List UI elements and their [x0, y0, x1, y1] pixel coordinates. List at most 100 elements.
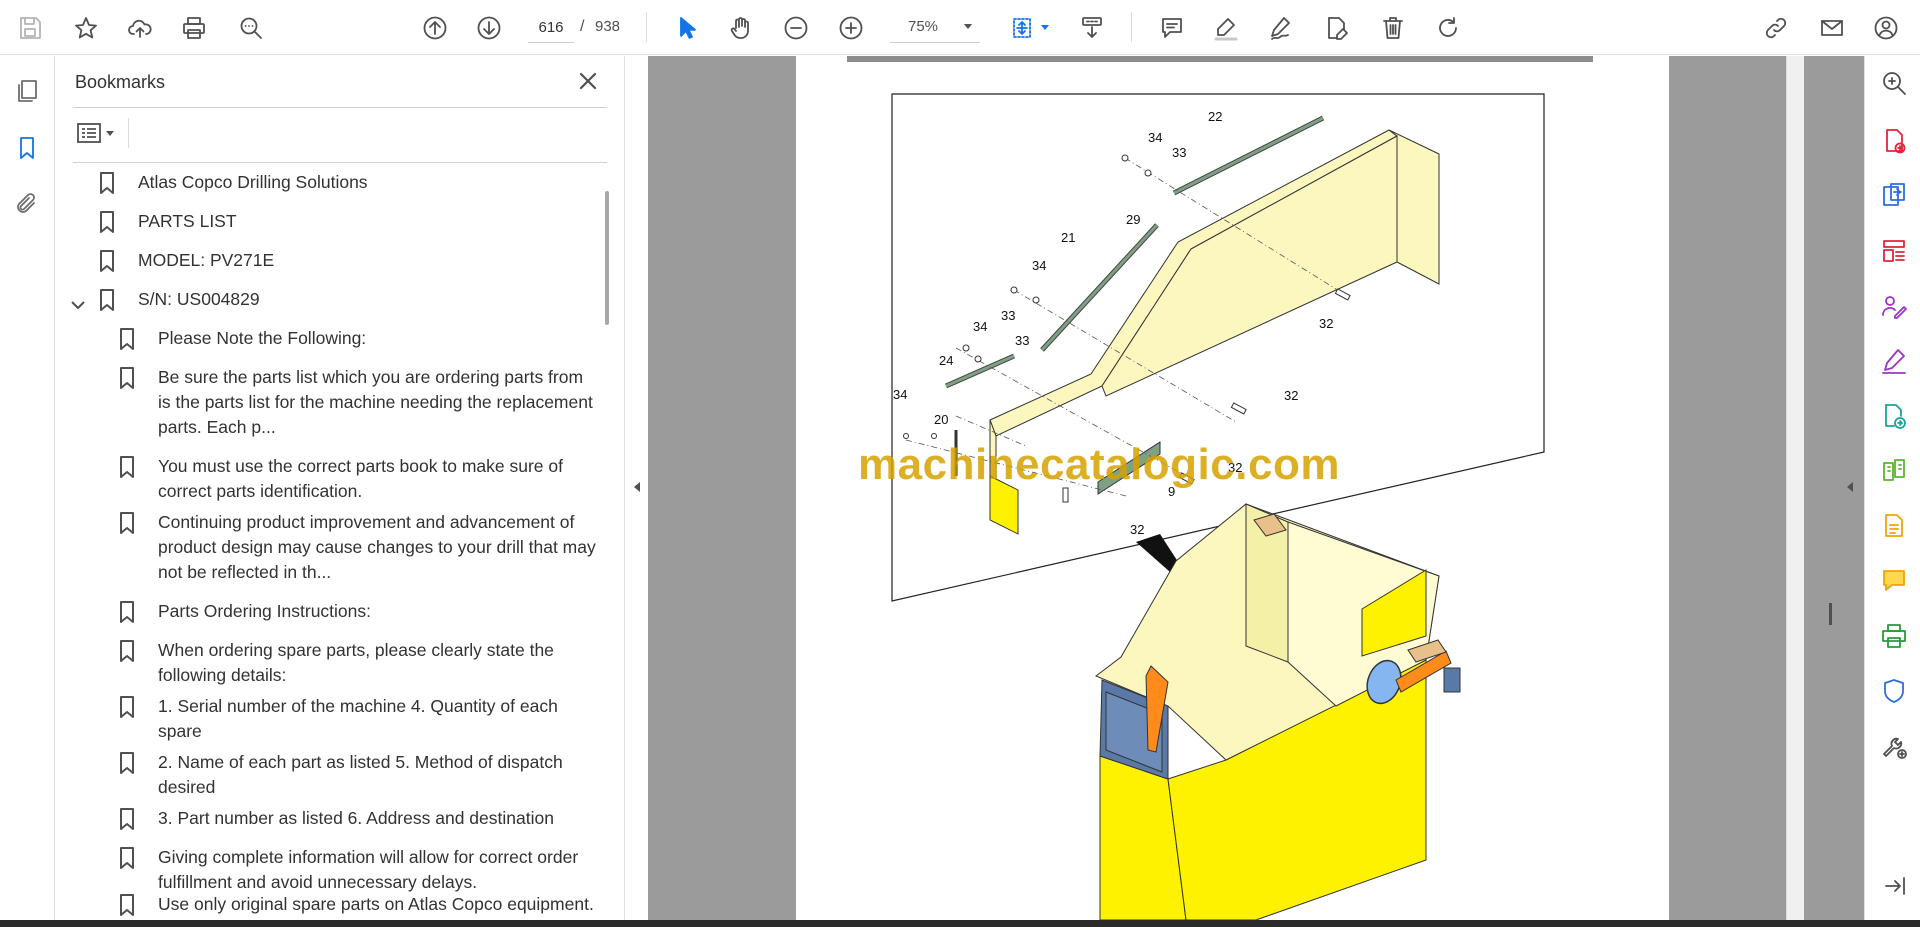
bookmark-icon: [119, 808, 135, 830]
chevron-down-icon[interactable]: [70, 297, 86, 313]
bookmark-icon: [119, 328, 135, 350]
bookmark-item[interactable]: S/N: US004829: [99, 287, 260, 312]
redo-icon[interactable]: [1432, 12, 1464, 44]
bookmark-item[interactable]: Parts Ordering Instructions:: [119, 599, 371, 624]
edit-pdf-icon[interactable]: [1879, 511, 1909, 541]
bookmark-item[interactable]: Giving complete information will allow f…: [119, 845, 578, 895]
taskbar-strip: [0, 920, 1920, 927]
callout-label: 34: [973, 319, 987, 334]
bookmark-item[interactable]: MODEL: PV271E: [99, 248, 274, 273]
star-icon[interactable]: [70, 12, 102, 44]
draw-icon[interactable]: [1265, 12, 1297, 44]
bookmark-icon: [119, 367, 135, 389]
bookmark-item[interactable]: PARTS LIST: [99, 209, 237, 234]
chevron-down-icon: [964, 24, 972, 29]
bookmark-item[interactable]: Be sure the parts list which you are ord…: [119, 365, 593, 440]
chevron-down-icon[interactable]: [1041, 25, 1049, 30]
print-icon[interactable]: [178, 12, 210, 44]
bookmark-label: 3. Part number as listed 6. Address and …: [158, 808, 554, 828]
close-icon[interactable]: [575, 68, 601, 94]
bookmark-options-button[interactable]: [76, 118, 124, 148]
bookmark-item[interactable]: You must use the correct parts book to m…: [119, 454, 563, 504]
callout-label: 21: [1061, 230, 1075, 245]
page-number-input[interactable]: [528, 13, 574, 43]
bookmark-label: 1. Serial number of the machine 4. Quant…: [158, 696, 558, 741]
bookmark-item[interactable]: When ordering spare parts, please clearl…: [119, 638, 554, 688]
delete-icon[interactable]: [1377, 12, 1409, 44]
bookmark-item[interactable]: Use only original spare parts on Atlas C…: [119, 892, 594, 917]
protect-icon[interactable]: [1879, 676, 1909, 706]
bookmarks-title: Bookmarks: [75, 72, 166, 92]
fill-sign-icon[interactable]: [1879, 346, 1909, 376]
zoom-out-icon[interactable]: [780, 12, 812, 44]
bookmark-label: MODEL: PV271E: [138, 250, 275, 270]
callout-label: 33: [1015, 333, 1029, 348]
bookmark-label: Be sure the parts list which you are ord…: [158, 367, 593, 437]
print-production-icon[interactable]: [1879, 621, 1909, 651]
bookmark-label: Please Note the Following:: [158, 328, 367, 348]
search-zoom-icon[interactable]: [1879, 68, 1909, 98]
bookmark-item[interactable]: Atlas Copco Drilling Solutions: [99, 170, 368, 195]
organize-pages-icon[interactable]: [1879, 236, 1909, 266]
bookmark-label: You must use the correct parts book to m…: [158, 456, 563, 501]
hand-tool-icon[interactable]: [725, 12, 757, 44]
callout-label: 34: [1148, 130, 1162, 145]
document-viewport[interactable]: 22 34 33 29 21 34 33 32 34 33 24 32 34 2…: [648, 56, 1864, 920]
bookmark-icon: [119, 456, 135, 478]
bookmark-list: Atlas Copco Drilling Solutions PARTS LIS…: [56, 169, 596, 920]
bookmark-item[interactable]: 2. Name of each part as listed 5. Method…: [119, 750, 563, 800]
previous-page-icon[interactable]: [419, 12, 451, 44]
export-pdf-icon[interactable]: [1879, 180, 1909, 210]
upload-cloud-icon[interactable]: [124, 12, 156, 44]
next-page-icon[interactable]: [473, 12, 505, 44]
bookmark-label: When ordering spare parts, please clearl…: [158, 640, 554, 685]
page-total: 938: [595, 18, 621, 35]
attachment-icon[interactable]: [12, 189, 42, 219]
share-link-icon[interactable]: [1760, 12, 1792, 44]
bookmark-item[interactable]: 3. Part number as listed 6. Address and …: [119, 806, 554, 831]
watermark-text: machinecatalogic.com: [858, 440, 1340, 489]
send-review-icon[interactable]: [1879, 401, 1909, 431]
bookmark-label: Continuing product improvement and advan…: [158, 512, 596, 582]
save-icon[interactable]: [14, 12, 46, 44]
create-pdf-icon[interactable]: [1879, 126, 1909, 156]
document-scroll-thumb[interactable]: [1829, 603, 1832, 625]
bookmark-icon: [119, 512, 135, 534]
compare-files-icon[interactable]: [1879, 456, 1909, 486]
select-cursor-icon[interactable]: [671, 12, 703, 44]
more-tools-icon[interactable]: [1879, 731, 1909, 761]
bookmark-icon: [99, 172, 115, 194]
top-toolbar: / 938 75%: [0, 0, 1920, 55]
document-scrollbar[interactable]: [1786, 56, 1804, 920]
callout-label: 33: [1172, 145, 1186, 160]
edit-text-icon[interactable]: [1320, 12, 1352, 44]
page-thumbnails-icon[interactable]: [12, 76, 42, 106]
bookmark-icon: [99, 211, 115, 233]
bookmarks-scrollbar[interactable]: [605, 191, 609, 325]
request-esign-icon[interactable]: [1879, 291, 1909, 321]
fit-page-icon[interactable]: [1006, 12, 1038, 44]
highlight-icon[interactable]: [1210, 12, 1242, 44]
bookmark-panel-icon[interactable]: [12, 133, 42, 163]
divider: [73, 107, 607, 108]
callout-label: 24: [939, 353, 953, 368]
comment-tool-icon[interactable]: [1879, 566, 1909, 596]
scroll-mode-icon[interactable]: [1076, 12, 1108, 44]
collapse-left-panel-icon[interactable]: [631, 480, 643, 494]
bookmark-item[interactable]: Continuing product improvement and advan…: [119, 510, 596, 585]
bookmarks-panel: Bookmarks Atlas Copco Drilling Solutions…: [56, 56, 625, 920]
email-icon[interactable]: [1816, 12, 1848, 44]
bookmark-item[interactable]: 1. Serial number of the machine 4. Quant…: [119, 694, 558, 744]
user-account-icon[interactable]: [1870, 12, 1902, 44]
expand-panel-icon[interactable]: [1879, 871, 1909, 901]
zoom-in-icon[interactable]: [835, 12, 867, 44]
find-text-icon[interactable]: [235, 12, 267, 44]
comment-icon[interactable]: [1156, 12, 1188, 44]
collapse-right-panel-icon[interactable]: [1844, 480, 1856, 494]
bookmark-icon: [119, 847, 135, 869]
bookmark-item[interactable]: Please Note the Following:: [119, 326, 366, 351]
zoom-select[interactable]: 75%: [890, 13, 980, 43]
bookmark-label: S/N: US004829: [138, 289, 260, 309]
bookmark-label: Parts Ordering Instructions:: [158, 601, 371, 621]
bookmark-icon: [119, 894, 135, 916]
